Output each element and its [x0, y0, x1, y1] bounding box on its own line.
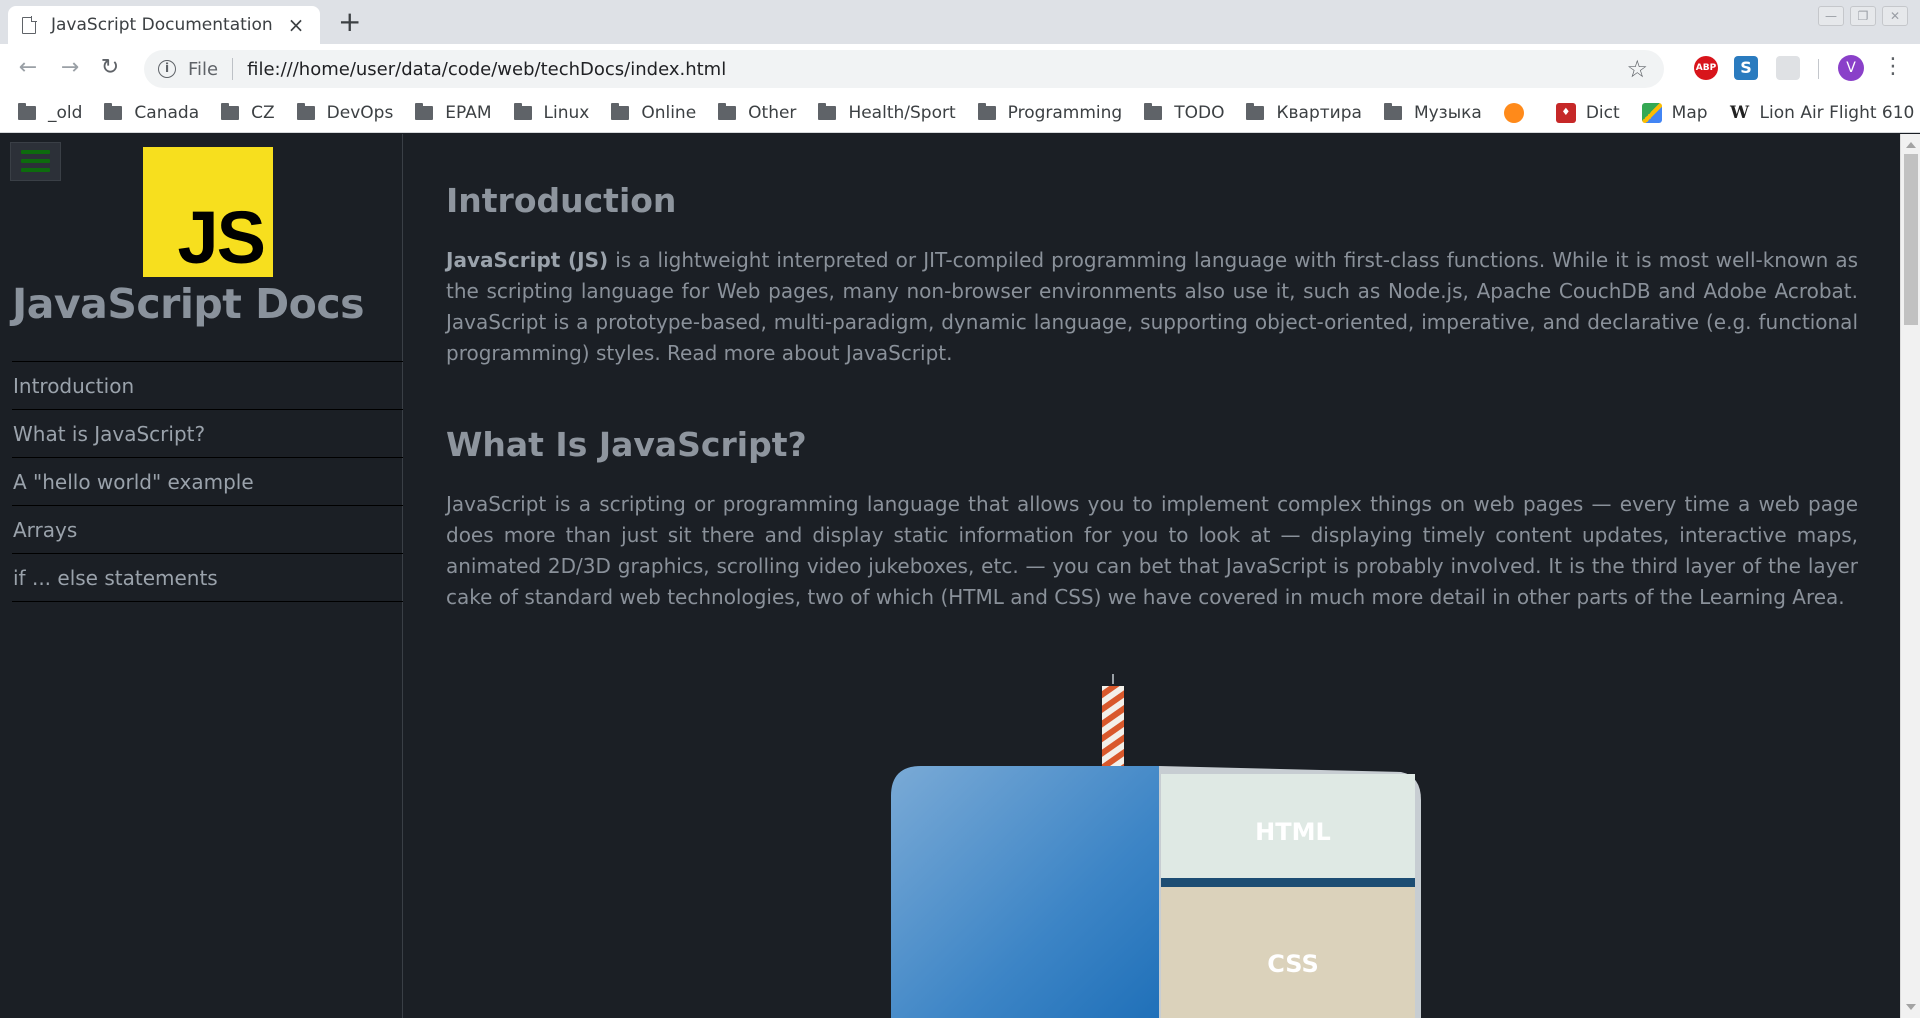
bookmark-folder[interactable]: DevOps: [296, 103, 393, 123]
intro-text: is a lightweight interpreted or JIT-comp…: [446, 248, 1858, 365]
wikipedia-icon: W: [1730, 103, 1750, 123]
folder-icon: [221, 103, 240, 120]
adblock-icon[interactable]: ABP: [1694, 56, 1718, 80]
bookmark-folder[interactable]: Музыка: [1383, 103, 1482, 123]
bookmark-folder[interactable]: CZ: [221, 103, 275, 123]
bookmark-folder[interactable]: EPAM: [415, 103, 492, 123]
js-logo: JS: [143, 147, 273, 277]
reload-icon[interactable]: ↻: [96, 54, 124, 82]
bookmark-folder[interactable]: Квартира: [1246, 103, 1362, 123]
sidebar-nav: Introduction What is JavaScript? A "hell…: [12, 361, 403, 602]
scroll-up-icon[interactable]: [1906, 142, 1916, 148]
map-icon: [1641, 103, 1662, 123]
extension-icon[interactable]: [1776, 56, 1800, 80]
restore-icon[interactable]: ❐: [1850, 6, 1876, 26]
folder-icon: [1144, 103, 1163, 120]
lead-bold-text: JavaScript (JS): [446, 248, 609, 272]
bookmarks-bar: _old Canada CZ DevOps EPAM Linux Online …: [0, 94, 1920, 133]
back-arrow-icon[interactable]: ←: [14, 54, 42, 82]
close-tab-icon[interactable]: ×: [286, 13, 306, 37]
bookmark-map[interactable]: Map: [1641, 103, 1708, 123]
bookmark-folder[interactable]: Online: [611, 103, 696, 123]
folder-icon: [18, 103, 36, 120]
folder-icon: [415, 103, 434, 120]
folder-icon: [818, 103, 837, 120]
folder-icon: [296, 103, 315, 120]
page-scrollbar[interactable]: [1900, 134, 1920, 1018]
bookmark-folder[interactable]: _old: [18, 103, 82, 123]
section-heading-what-is-javascript: What Is JavaScript?: [446, 425, 807, 464]
folder-icon: [1246, 103, 1265, 120]
page-viewport: JS JavaScript Docs Introduction What is …: [0, 134, 1920, 1018]
new-tab-button[interactable]: +: [338, 8, 361, 36]
js-logo-text: JS: [177, 196, 266, 279]
bookmark-folder[interactable]: Canada: [104, 103, 199, 123]
folder-icon: [977, 103, 996, 120]
sidebar: JS JavaScript Docs Introduction What is …: [0, 134, 403, 1018]
layer-cake-diagram: HTML CSS: [891, 674, 1421, 1018]
html-layer-label: HTML: [1255, 818, 1331, 846]
browser-toolbar: ← → ↻ i File file:///home/user/data/code…: [0, 44, 1920, 94]
section-paragraph-introduction: JavaScript (JS) is a lightweight interpr…: [446, 245, 1858, 369]
tab-strip: JavaScript Documentation × + — ❐ ✕: [0, 0, 1920, 44]
folder-icon: [1383, 103, 1402, 120]
close-window-icon[interactable]: ✕: [1882, 6, 1908, 26]
url-text[interactable]: file:///home/user/data/code/web/techDocs…: [247, 59, 1626, 80]
info-icon[interactable]: i: [158, 60, 176, 78]
nav-link-what-is-javascript[interactable]: What is JavaScript?: [12, 410, 403, 458]
bookmark-sun[interactable]: [1503, 103, 1534, 123]
browser-tab[interactable]: JavaScript Documentation ×: [8, 6, 320, 44]
sun-icon: [1503, 103, 1524, 123]
bookmark-folder[interactable]: TODO: [1144, 103, 1224, 123]
section-heading-introduction: Introduction: [446, 181, 677, 220]
address-separator: [232, 58, 234, 80]
folder-icon: [104, 103, 123, 120]
bookmark-folder[interactable]: Programming: [977, 103, 1122, 123]
tab-title: JavaScript Documentation: [51, 15, 273, 35]
minimize-icon[interactable]: —: [1818, 6, 1844, 26]
bookmark-star-icon[interactable]: ☆: [1626, 55, 1648, 83]
folder-icon: [718, 103, 737, 120]
scroll-down-icon[interactable]: [1906, 1004, 1916, 1010]
forward-arrow-icon[interactable]: →: [56, 54, 84, 82]
scrollbar-thumb[interactable]: [1904, 154, 1918, 325]
folder-icon: [513, 103, 532, 120]
nav-link-arrays[interactable]: Arrays: [12, 506, 403, 554]
candle: [1102, 686, 1124, 766]
toolbar-separator: [1818, 59, 1819, 79]
layer-divider: [1161, 878, 1415, 887]
bookmark-folder[interactable]: Linux: [513, 103, 589, 123]
bookmark-folder[interactable]: Other: [718, 103, 796, 123]
sidebar-title: JavaScript Docs: [12, 280, 365, 328]
nav-link-introduction[interactable]: Introduction: [12, 362, 403, 410]
menu-dots-icon[interactable]: ⋮: [1882, 54, 1904, 80]
css-layer-label: CSS: [1267, 950, 1319, 978]
nav-link-hello-world[interactable]: A "hello world" example: [12, 458, 403, 506]
profile-avatar[interactable]: V: [1838, 55, 1864, 81]
crest-icon: ♦: [1555, 103, 1576, 123]
section-paragraph-what-is-javascript: JavaScript is a scripting or programming…: [446, 492, 1858, 609]
extension-s-icon[interactable]: S: [1734, 56, 1758, 80]
page-icon: [22, 15, 37, 34]
window-controls: — ❐ ✕: [1818, 6, 1908, 26]
bookmark-folder[interactable]: Health/Sport: [818, 103, 956, 123]
js-layer-slice: [891, 766, 1159, 1018]
bookmark-dict[interactable]: ♦ Dict: [1555, 103, 1620, 123]
nav-link-if-else[interactable]: if ... else statements: [12, 554, 403, 602]
folder-icon: [611, 103, 630, 120]
scheme-label: File: [188, 58, 219, 80]
hamburger-menu-icon[interactable]: [10, 142, 61, 181]
address-bar[interactable]: i File file:///home/user/data/code/web/t…: [144, 50, 1664, 88]
bookmark-wikipedia[interactable]: W Lion Air Flight 610: [1730, 103, 1914, 123]
